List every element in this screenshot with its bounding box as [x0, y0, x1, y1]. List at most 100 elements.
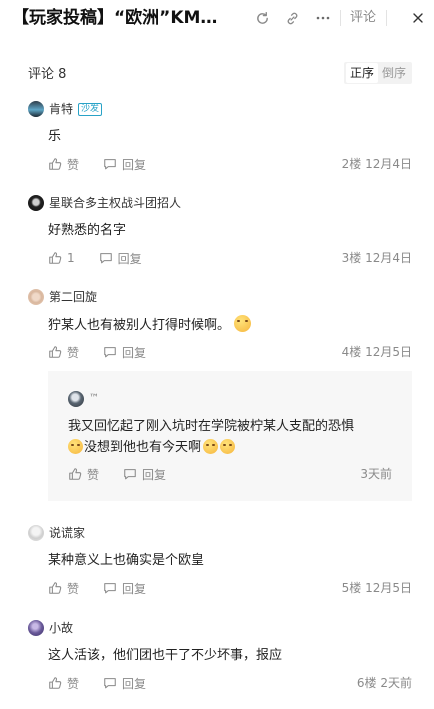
- sort-ascending[interactable]: 正序: [345, 63, 378, 83]
- comment-item: 肯特 沙发 乐 赞 回复 2楼 12月4日: [28, 100, 412, 175]
- comment-header: 小故: [28, 619, 73, 637]
- floor-number: 6楼: [356, 676, 377, 690]
- comment-meta: 3楼 12月4日: [342, 249, 412, 267]
- like-button[interactable]: 赞: [48, 344, 79, 361]
- thumbs-up-icon: [49, 677, 62, 689]
- comment-item: 小故 这人活该，他们团也干了不少坏事，报应 赞 回复 6楼 2天前: [28, 619, 412, 694]
- sort-descending[interactable]: 倒序: [378, 63, 410, 83]
- reply-label: 回复: [142, 467, 167, 482]
- comment-item: 第二回旋 狞某人也有被别人打得时候啊。 赞 回复 4楼 12月5日: [28, 288, 412, 363]
- like-button[interactable]: 赞: [48, 156, 79, 173]
- comment-meta: 2楼 12月4日: [342, 155, 412, 173]
- emoji-icon: [68, 439, 83, 454]
- reply-actions: 赞 回复: [68, 465, 190, 483]
- toolbar-divider: [340, 10, 341, 26]
- comment-tab[interactable]: 评论: [350, 9, 376, 27]
- reply-icon: [124, 469, 136, 480]
- more-icon[interactable]: [313, 8, 333, 28]
- avatar[interactable]: [28, 620, 44, 636]
- emoji-icon: [234, 315, 252, 332]
- like-count: 赞: [87, 467, 100, 482]
- reply-icon: [99, 253, 112, 264]
- refresh-icon[interactable]: [252, 8, 272, 28]
- floor-number: 5楼: [341, 581, 362, 595]
- thumbs-up-icon: [49, 346, 62, 358]
- comment-header: 说谎家: [28, 524, 85, 542]
- thumbs-up-icon: [69, 468, 82, 480]
- comment-text: 狞某人也有被别人打得时候啊。: [48, 315, 252, 336]
- comment-actions: 赞 回复: [48, 155, 170, 173]
- reply-label: 回复: [122, 157, 147, 172]
- comment-text: 好熟悉的名字: [48, 223, 127, 238]
- close-icon[interactable]: [408, 8, 428, 28]
- reply-button[interactable]: 回复: [103, 675, 146, 692]
- comment-date: 12月5日: [365, 581, 412, 595]
- reply-button[interactable]: 回复: [103, 156, 146, 173]
- username[interactable]: ™: [89, 391, 99, 407]
- comment-meta: 4楼 12月5日: [342, 343, 412, 361]
- reply-line-1: 我又回忆起了刚入坑时在学院被柠某人支配的恐惧: [68, 419, 355, 434]
- reply-line-2-wrap: 没想到他也有今天啊: [68, 437, 354, 458]
- comment-date: 12月4日: [365, 157, 412, 171]
- reply-button[interactable]: 回复: [103, 580, 146, 597]
- avatar[interactable]: [28, 525, 44, 541]
- sofa-badge: 沙发: [78, 102, 103, 116]
- top-bar: 【玩家投稿】“欧洲”KM… 评论: [0, 0, 434, 36]
- toolbar-divider: [386, 10, 387, 26]
- reply-line-2: 没想到他也有今天啊: [84, 440, 202, 455]
- avatar[interactable]: [28, 289, 44, 305]
- reply-icon: [104, 159, 116, 170]
- comment-item: 星联合多主权战斗团招人 好熟悉的名字 1 回复 3楼 12月4日: [28, 194, 412, 269]
- floor-number: 4楼: [341, 345, 362, 359]
- emoji-icon: [203, 439, 219, 454]
- sort-toggle: 正序 倒序: [343, 62, 412, 84]
- reply-thread: ™ 我又回忆起了刚入坑时在学院被柠某人支配的恐惧 没想到他也有今天啊 赞 回复 …: [48, 371, 412, 501]
- comment-meta: 6楼 2天前: [357, 674, 412, 692]
- avatar[interactable]: [28, 195, 44, 211]
- reply-button[interactable]: 回复: [99, 250, 142, 267]
- username[interactable]: 说谎家: [49, 525, 85, 541]
- comment-item: 说谎家 某种意义上也确实是个欧皇 赞 回复 5楼 12月5日: [28, 524, 412, 599]
- comment-header: 星联合多主权战斗团招人: [28, 194, 181, 212]
- like-button[interactable]: 赞: [68, 466, 99, 483]
- reply-label: 回复: [122, 676, 147, 691]
- floor-number: 3楼: [341, 251, 362, 265]
- comment-count: 评论 8: [28, 67, 67, 82]
- username[interactable]: 星联合多主权战斗团招人: [49, 195, 181, 211]
- floor-number: 2楼: [341, 157, 362, 171]
- reply-icon: [104, 678, 116, 689]
- thumbs-up-icon: [49, 252, 62, 264]
- like-button[interactable]: 赞: [48, 580, 79, 597]
- comment-text: 这人活该，他们团也干了不少坏事，报应: [48, 648, 283, 663]
- username[interactable]: 第二回旋: [49, 289, 97, 305]
- emoji-icon: [220, 439, 236, 454]
- article-title: 【玩家投稿】“欧洲”KM…: [12, 8, 218, 28]
- link-icon[interactable]: [282, 8, 302, 28]
- username[interactable]: 小故: [49, 620, 73, 636]
- avatar[interactable]: [68, 391, 84, 407]
- reply-time: 3天前: [360, 467, 392, 481]
- comment-date: 12月5日: [365, 345, 412, 359]
- comment-meta: 5楼 12月5日: [342, 579, 412, 597]
- reply-icon: [104, 583, 116, 594]
- comment-actions: 赞 回复: [48, 579, 170, 597]
- like-count: 赞: [67, 157, 80, 172]
- comment-actions: 赞 回复: [48, 674, 170, 692]
- comment-text: 某种意义上也确实是个欧皇: [48, 553, 205, 568]
- reply-button[interactable]: 回复: [123, 466, 166, 483]
- thumbs-up-icon: [49, 582, 62, 594]
- like-count: 赞: [67, 581, 80, 596]
- username[interactable]: 肯特: [49, 101, 73, 117]
- avatar[interactable]: [28, 101, 44, 117]
- reply-icon: [104, 347, 116, 358]
- like-button[interactable]: 1: [48, 251, 75, 265]
- reply-label: 回复: [122, 345, 147, 360]
- like-count: 赞: [67, 676, 80, 691]
- comment-date: 12月4日: [365, 251, 412, 265]
- comment-text-content: 狞某人也有被别人打得时候啊。: [48, 318, 231, 333]
- reply-label: 回复: [117, 251, 142, 266]
- comment-text: 乐: [48, 129, 62, 144]
- reply-button[interactable]: 回复: [103, 344, 146, 361]
- comment-header: 肯特 沙发: [28, 100, 103, 118]
- like-button[interactable]: 赞: [48, 675, 79, 692]
